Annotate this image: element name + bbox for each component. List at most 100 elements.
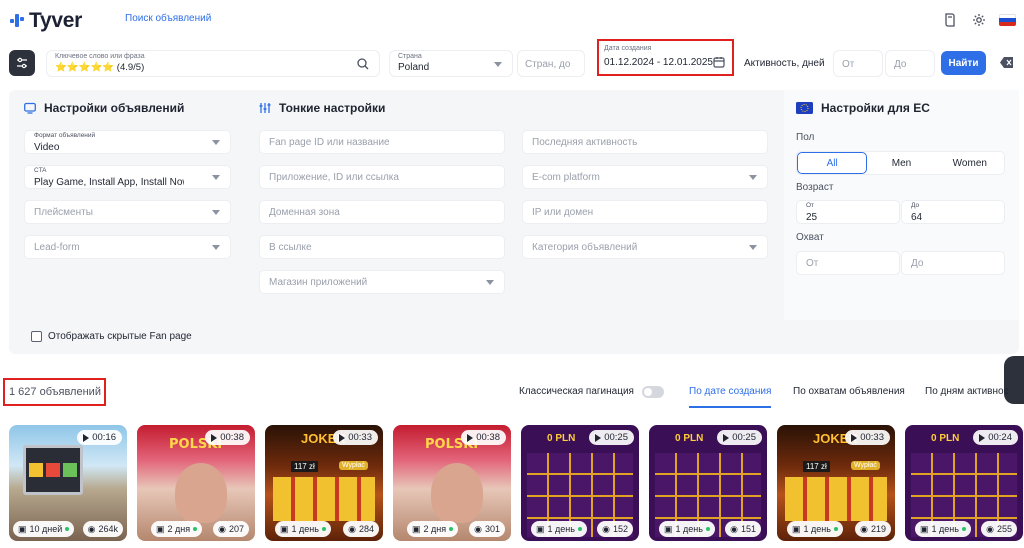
country-to-input[interactable]: Стран, до xyxy=(517,50,585,77)
clear-filters-icon[interactable] xyxy=(1000,57,1013,68)
days-badge: ▣ 1 день xyxy=(275,521,331,537)
ad-cards-grid: 00:16 ▣ 10 дней ◉ 264k POLSKI 00:38 ▣ 2 … xyxy=(9,425,1024,548)
days-badge: ▣ 10 дней xyxy=(13,521,75,537)
ad-card[interactable]: 00:16 ▣ 10 дней ◉ 264k xyxy=(9,425,127,541)
play-icon xyxy=(211,433,218,442)
logo-text: Tyver xyxy=(29,9,82,32)
show-hidden-fanpage-checkbox[interactable] xyxy=(31,331,42,342)
sort-by-date-tab[interactable]: По дате создания xyxy=(689,386,771,397)
play-icon xyxy=(83,433,90,442)
show-hidden-fanpage-label: Отображать скрытые Fan page xyxy=(48,331,192,342)
in-link-input[interactable]: В ссылке xyxy=(259,235,505,259)
find-button[interactable]: Найти xyxy=(941,51,986,75)
lead-form-select[interactable]: Lead-form xyxy=(24,235,231,259)
views-badge: ◉ 207 xyxy=(213,521,249,537)
gender-label: Пол xyxy=(796,132,815,143)
calendar-icon[interactable] xyxy=(713,56,725,68)
ad-card[interactable]: 0 PLN 00:24 ▣ 1 день ◉ 255 xyxy=(905,425,1023,541)
views-badge: ◉ 284 xyxy=(343,521,379,537)
days-badge: ▣ 2 дня xyxy=(407,521,459,537)
duration-badge: 00:25 xyxy=(589,430,634,445)
activity-to-input[interactable]: До xyxy=(885,50,935,77)
keyword-input[interactable]: Ключевое слово или фраза ⭐⭐⭐⭐⭐ (4.9/5) xyxy=(46,50,380,77)
play-icon xyxy=(339,433,346,442)
chevron-down-icon xyxy=(486,280,494,285)
eye-icon: ◉ xyxy=(602,523,610,534)
top-icons xyxy=(941,11,1016,28)
gender-men-option[interactable]: Men xyxy=(867,152,935,174)
views-badge: ◉ 301 xyxy=(469,521,505,537)
age-from-input[interactable]: От 25 xyxy=(796,200,900,224)
ad-card[interactable]: 0 PLN 00:25 ▣ 1 день ◉ 151 xyxy=(649,425,767,541)
sliders-vertical-icon xyxy=(259,103,271,113)
eye-icon: ◉ xyxy=(218,523,226,534)
activity-days-label: Активность, дней xyxy=(744,58,825,69)
gear-icon[interactable] xyxy=(970,11,987,28)
play-icon xyxy=(979,433,986,442)
ecom-platform-select[interactable]: E-com platform xyxy=(522,165,768,189)
results-count: 1 627 объявлений xyxy=(9,386,101,398)
domain-zone-input[interactable]: Доменная зона xyxy=(259,200,505,224)
play-icon xyxy=(595,433,602,442)
eye-icon: ◉ xyxy=(348,523,356,534)
chevron-down-icon xyxy=(212,140,220,145)
logo-icon xyxy=(10,14,24,28)
chevron-down-icon xyxy=(212,245,220,250)
logo[interactable]: Tyver xyxy=(10,9,82,33)
days-badge: ▣ 2 дня xyxy=(151,521,203,537)
ad-category-select[interactable]: Категория объявлений xyxy=(522,235,768,259)
views-badge: ◉ 152 xyxy=(597,521,633,537)
eye-icon: ◉ xyxy=(87,523,96,534)
ad-card[interactable]: 0 PLN 00:25 ▣ 1 день ◉ 152 xyxy=(521,425,639,541)
chevron-down-icon xyxy=(212,210,220,215)
eye-icon: ◉ xyxy=(986,523,994,534)
search-icon[interactable] xyxy=(357,58,369,70)
placements-select[interactable]: Плейсменты xyxy=(24,200,231,224)
eu-flag-icon xyxy=(796,102,813,114)
app-root: Tyver Поиск объявлений Ключевое слово ил… xyxy=(0,0,1024,548)
ad-card[interactable]: JOKER 117 zł Wypłać 00:33 ▣ 1 день ◉ 219 xyxy=(777,425,895,541)
days-badge: ▣ 1 день xyxy=(531,521,587,537)
ip-domain-input[interactable]: IP или домен xyxy=(522,200,768,224)
sort-by-reach-tab[interactable]: По охватам объявления xyxy=(793,386,905,397)
ad-card[interactable]: POLSKI 00:38 ▣ 2 дня ◉ 301 xyxy=(393,425,511,541)
views-badge: ◉ 255 xyxy=(981,521,1017,537)
sort-by-activity-tab[interactable]: По дням активнос xyxy=(925,386,1009,397)
ad-card[interactable]: POLSKI 00:38 ▣ 2 дня ◉ 207 xyxy=(137,425,255,541)
language-flag-icon[interactable] xyxy=(999,13,1016,26)
country-select[interactable]: Страна Poland xyxy=(389,50,513,77)
fanpage-input[interactable]: Fan page ID или название xyxy=(259,130,505,154)
eye-icon: ◉ xyxy=(860,523,868,534)
gender-all-option[interactable]: All xyxy=(797,152,868,174)
nav-search-ads[interactable]: Поиск объявлений xyxy=(125,13,211,24)
reach-to-input[interactable]: До xyxy=(901,251,1005,275)
duration-badge: 00:24 xyxy=(973,430,1018,445)
duration-badge: 00:38 xyxy=(205,430,250,445)
last-activity-input[interactable]: Последняя активность xyxy=(522,130,768,154)
age-to-input[interactable]: До 64 xyxy=(901,200,1005,224)
ad-settings-heading: Настройки объявлений xyxy=(24,101,184,115)
chevron-down-icon xyxy=(494,62,502,67)
cta-select[interactable]: CTA Play Game, Install App, Install Now xyxy=(24,165,231,189)
eye-icon: ◉ xyxy=(730,523,738,534)
classic-pagination-label: Классическая пагинация xyxy=(519,386,634,397)
classic-pagination-toggle[interactable] xyxy=(642,386,664,398)
duration-badge: 00:33 xyxy=(845,430,890,445)
fine-settings-heading: Тонкие настройки xyxy=(259,101,385,115)
ad-format-select[interactable]: Формат объявлений Video xyxy=(24,130,231,154)
app-store-select[interactable]: Магазин приложений xyxy=(259,270,505,294)
app-input[interactable]: Приложение, ID или ссылка xyxy=(259,165,505,189)
filters-toggle-button[interactable] xyxy=(9,50,35,76)
reach-from-input[interactable]: От xyxy=(796,251,900,275)
date-created-field[interactable]: Дата создания 01.12.2024 - 12.01.2025 xyxy=(601,43,729,73)
book-icon[interactable] xyxy=(941,11,958,28)
top-bar: Tyver Поиск объявлений xyxy=(0,0,1024,40)
play-icon xyxy=(851,433,858,442)
gender-women-option[interactable]: Women xyxy=(936,152,1004,174)
monitor-icon xyxy=(24,102,36,114)
ad-card[interactable]: JOKER 117 zł Wypłać 00:33 ▣ 1 день ◉ 284 xyxy=(265,425,383,541)
activity-from-input[interactable]: От xyxy=(833,50,883,77)
duration-badge: 00:38 xyxy=(461,430,506,445)
eye-icon: ◉ xyxy=(474,523,482,534)
days-badge: ▣ 1 день xyxy=(915,521,971,537)
